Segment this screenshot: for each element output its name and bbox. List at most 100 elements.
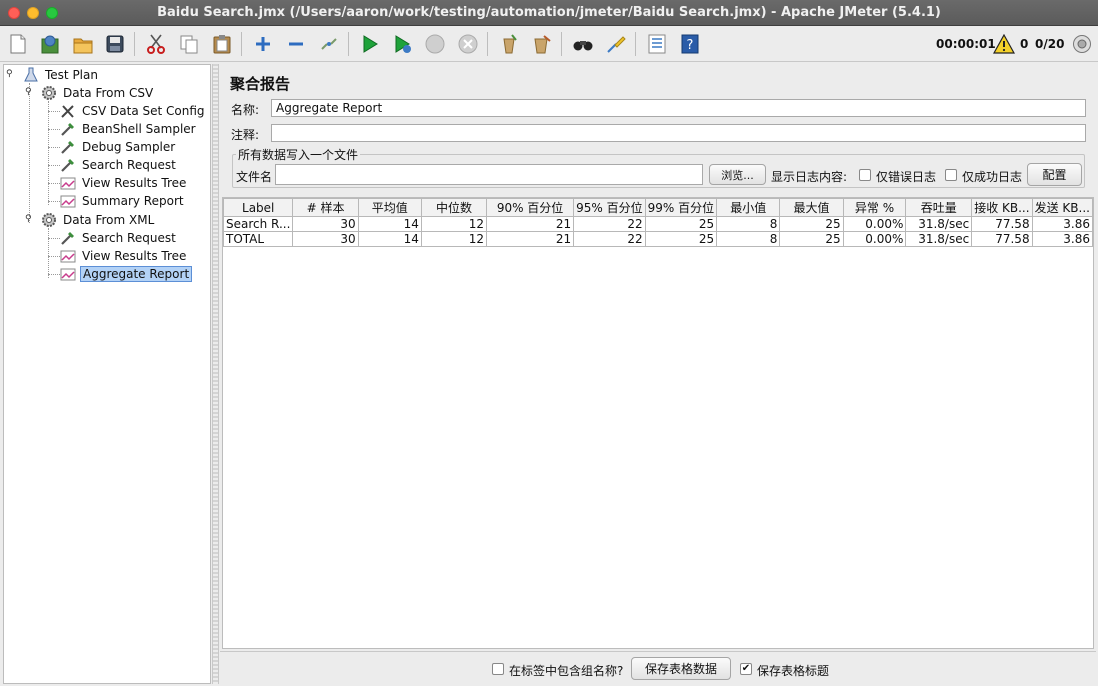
listener-chart-icon [59, 175, 77, 191]
warning-icon[interactable] [993, 34, 1015, 54]
table-cell: 25 [644, 216, 718, 232]
column-header[interactable]: 最大值 [779, 198, 844, 217]
window-title: Baidu Search.jmx (/Users/aaron/work/test… [157, 5, 941, 20]
include-group-name-checkbox[interactable] [492, 663, 504, 675]
table-cell: 8 [716, 216, 781, 232]
table-cell: 3.86 [1031, 231, 1094, 247]
open-icon[interactable] [69, 30, 97, 58]
table-cell: 21 [486, 216, 575, 232]
column-header[interactable]: 平均值 [357, 198, 422, 217]
copy-icon[interactable] [175, 30, 203, 58]
sampler-pipette-icon [59, 139, 77, 155]
table-cell: 31.8/sec [905, 231, 973, 247]
expand-icon[interactable] [249, 30, 277, 58]
bottom-options-bar: 在标签中包含组名称? 保存表格数据 ✔ 保存表格标题 [220, 651, 1096, 684]
toggle-icon[interactable] [315, 30, 343, 58]
save-table-header-label: 保存表格标题 [757, 664, 830, 678]
table-cell: Search R... [222, 216, 294, 232]
thread-group-gear-icon [40, 212, 58, 228]
reset-search-icon[interactable] [602, 30, 630, 58]
test-plan-tree: ⚲ ⚲ ⚲ Test Plan Data From CSV CSV Data S… [3, 64, 211, 684]
aggregate-report-panel: 聚合报告 名称: Aggregate Report 注释: 所有数据写入一个文件… [220, 64, 1096, 684]
column-header[interactable]: 最小值 [716, 198, 781, 217]
templates-icon[interactable] [36, 30, 64, 58]
save-table-header-checkbox[interactable]: ✔ [740, 663, 752, 675]
table-cell: 31.8/sec [905, 216, 973, 232]
function-helper-icon[interactable] [643, 30, 671, 58]
tree-node-search-request-xml[interactable]: Search Request [59, 229, 178, 247]
log-display-label: 显示日志内容: [771, 170, 848, 184]
column-header[interactable]: 发送 KB... [1031, 198, 1094, 217]
table-cell: 30 [292, 216, 359, 232]
column-header[interactable]: 接收 KB... [971, 198, 1033, 217]
include-group-name-label: 在标签中包含组名称? [509, 664, 624, 678]
column-header[interactable]: 95% 百分位 [573, 198, 646, 217]
tree-node-summary-report[interactable]: Summary Report [59, 192, 186, 210]
column-header[interactable]: 99% 百分位 [644, 198, 718, 217]
sampler-pipette-icon [59, 230, 77, 246]
tree-node-search-request-csv[interactable]: Search Request [59, 156, 178, 174]
table-cell: 3.86 [1031, 216, 1094, 232]
table-cell: 12 [420, 216, 488, 232]
table-header-row: Label # 样本 平均值 中位数 90% 百分位 95% 百分位 99% 百分位 最小值最… [222, 198, 1094, 217]
table-cell: 14 [357, 231, 422, 247]
column-header[interactable]: # 样本 [292, 198, 359, 217]
test-plan-icon [22, 67, 40, 83]
listener-chart-icon [59, 193, 77, 209]
tree-node-data-from-csv[interactable]: Data From CSV [40, 84, 155, 102]
column-header[interactable]: 吞吐量 [905, 198, 973, 217]
tree-node-view-results-tree-csv[interactable]: View Results Tree [59, 174, 188, 192]
cut-icon[interactable] [142, 30, 170, 58]
clear-icon[interactable] [495, 30, 523, 58]
browse-button[interactable]: 浏览... [709, 164, 766, 185]
column-header[interactable]: Label [222, 198, 294, 217]
column-header[interactable]: 异常 % [842, 198, 907, 217]
start-no-pause-icon[interactable] [389, 30, 417, 58]
tree-node-beanshell-sampler[interactable]: BeanShell Sampler [59, 120, 198, 138]
name-label: 名称: [231, 103, 260, 117]
table-cell: 22 [573, 216, 646, 232]
clear-all-icon[interactable] [528, 30, 556, 58]
expand-toggle-test-plan[interactable]: ⚲ [6, 69, 16, 79]
active-threads: 0/20 [1035, 37, 1065, 51]
new-icon[interactable] [4, 30, 32, 58]
table-cell: 12 [420, 231, 488, 247]
split-pane-divider[interactable] [212, 64, 219, 684]
tree-node-test-plan[interactable]: Test Plan [22, 66, 100, 84]
table-row[interactable]: Search R... 30 14 12 21 22 25 8 25 0.00% 31.8/sec 7… [222, 216, 1094, 232]
table-row[interactable]: TOTAL 30 14 12 21 22 25 8 25 0.00% 31.8/sec 77.58 3.… [222, 231, 1094, 247]
shutdown-icon[interactable] [454, 30, 482, 58]
help-icon[interactable]: ? [676, 30, 704, 58]
filename-field[interactable] [275, 164, 703, 185]
comment-field[interactable] [271, 124, 1086, 142]
remote-status-icon [1073, 35, 1091, 53]
stop-icon[interactable] [421, 30, 449, 58]
listener-chart-icon [59, 248, 77, 264]
results-table: Label # 样本 平均值 中位数 90% 百分位 95% 百分位 99% 百分位 最小值最… [222, 198, 1094, 247]
paste-icon[interactable] [208, 30, 236, 58]
errors-only-checkbox[interactable] [859, 169, 871, 181]
column-header[interactable]: 90% 百分位 [486, 198, 575, 217]
column-header[interactable]: 中位数 [420, 198, 488, 217]
expand-toggle-data-from-xml[interactable]: ⚲ [25, 214, 35, 224]
sampler-pipette-icon [59, 121, 77, 137]
tree-node-csv-data-set-config[interactable]: CSV Data Set Config [59, 102, 207, 120]
tree-node-data-from-xml[interactable]: Data From XML [40, 211, 156, 229]
collapse-icon[interactable] [282, 30, 310, 58]
tree-node-aggregate-report[interactable]: Aggregate Report [59, 265, 193, 283]
table-cell: 77.58 [971, 231, 1033, 247]
save-table-data-button[interactable]: 保存表格数据 [631, 657, 731, 680]
success-only-checkbox[interactable] [945, 169, 957, 181]
tree-node-debug-sampler[interactable]: Debug Sampler [59, 138, 177, 156]
table-cell: 25 [779, 216, 844, 232]
error-count: 0 [1020, 37, 1029, 51]
expand-toggle-data-from-csv[interactable]: ⚲ [25, 87, 35, 97]
start-icon[interactable] [356, 30, 384, 58]
name-field[interactable]: Aggregate Report [271, 99, 1086, 117]
comment-label: 注释: [231, 128, 260, 142]
save-icon[interactable] [101, 30, 129, 58]
configure-button[interactable]: 配置 [1027, 163, 1082, 186]
table-cell: TOTAL [222, 231, 294, 247]
tree-node-view-results-tree-xml[interactable]: View Results Tree [59, 247, 188, 265]
search-icon[interactable] [569, 30, 597, 58]
